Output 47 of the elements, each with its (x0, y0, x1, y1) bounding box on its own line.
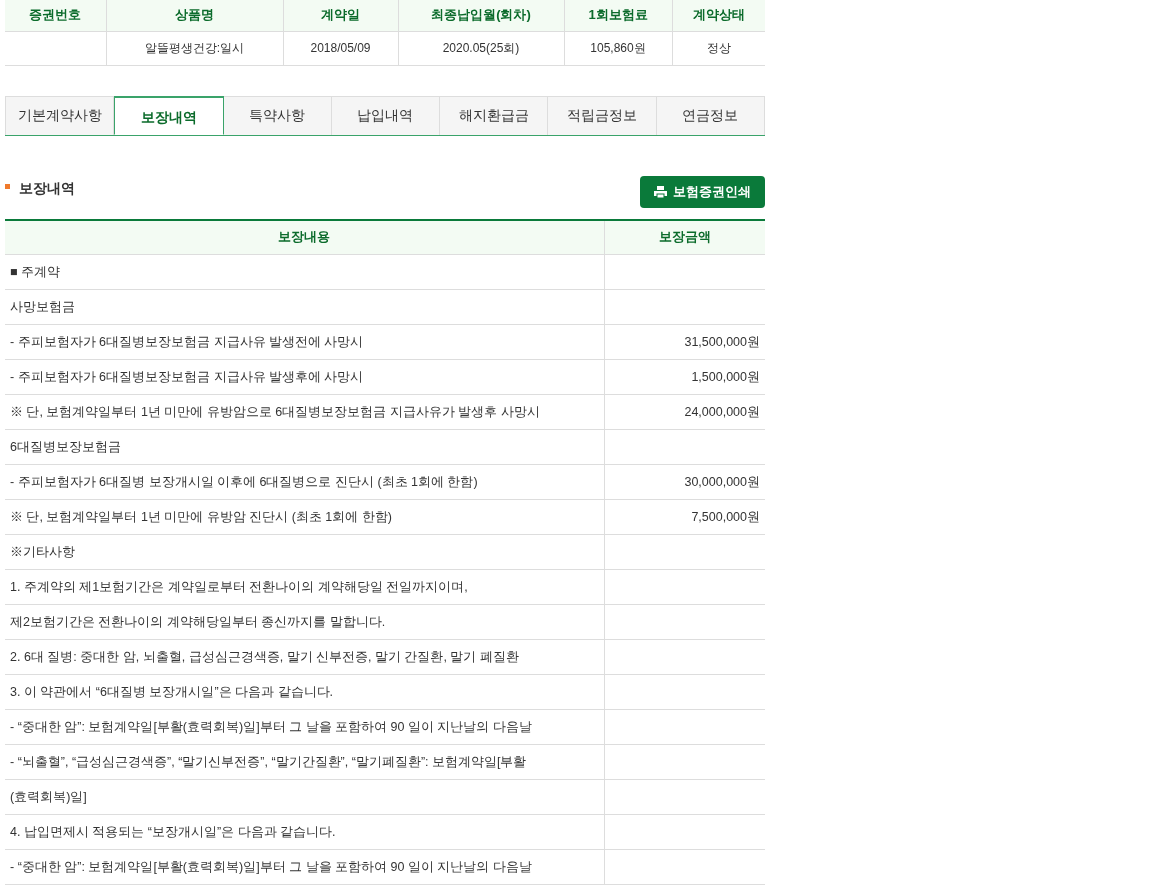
table-cell: 31,500,000원 (684, 335, 760, 349)
table-cell: 정상 (672, 31, 765, 65)
table-cell: ※ 단, 보험계약일부터 1년 미만에 유방암으로 6대질병보장보험금 지급사유가 발생후 사망시 (10, 405, 540, 419)
table-cell: 4. 납입면제시 적용되는 “보장개시일”은 다음과 같습니다. (10, 825, 336, 839)
table-cell: - “중대한 암”: 보험계약일[부활(효력회복)일]부터 그 날을 포함하여 90 일이 지난날의 다음날 (10, 720, 532, 734)
table-cell: (효력회복)일] (10, 790, 87, 804)
column-header: 상품명 (106, 0, 283, 31)
table-cell: 1. 주계약의 제1보험기간은 계약일로부터 전환나이의 계약해당일 전일까지이며, (10, 580, 468, 594)
tab[interactable]: 보장내역 (114, 95, 224, 135)
table-cell: - “뇌출혈”, “급성심근경색증”, “말기신부전증”, “말기간질환”, “말기폐질환”: 보험계약일[부활 (10, 755, 527, 769)
column-header: 최종납입월(회차) (398, 0, 564, 31)
print-button[interactable]: 보험증권인쇄 (640, 175, 765, 208)
tab[interactable]: 연금정보 (656, 95, 765, 135)
printer-icon (654, 185, 667, 198)
table-cell: 3. 이 약관에서 “6대질병 보장개시일”은 다음과 같습니다. (10, 685, 333, 699)
tab[interactable]: 기본계약사항 (5, 95, 115, 135)
column-header: 증권번호 (5, 0, 106, 31)
table-cell: 105,860원 (564, 31, 672, 65)
table-cell: 제2보험기간은 전환나이의 계약해당일부터 종신까지를 말합니다. (10, 615, 386, 629)
bullet-icon (5, 183, 10, 189)
tab[interactable]: 적립금정보 (548, 95, 657, 135)
section-title: 보장내역 (19, 179, 75, 198)
table-cell: ※기타사항 (10, 545, 75, 559)
column-header: 계약상태 (672, 0, 765, 31)
column-header: 1회보험료 (564, 0, 672, 31)
table-cell: 2020.05(25회) (398, 31, 564, 65)
table-cell: - 주피보험자가 6대질병보장보험금 지급사유 발생전에 사망시 (10, 335, 364, 349)
column-header: 보장내용 (5, 219, 604, 255)
table-cell: - 주피보험자가 6대질병보장보험금 지급사유 발생후에 사망시 (10, 370, 364, 384)
tab[interactable]: 해지환급금 (440, 95, 549, 135)
column-header: 보장금액 (604, 219, 765, 255)
table-cell: 2018/05/09 (283, 31, 398, 65)
column-header: 계약일 (283, 0, 398, 31)
table-cell: 24,000,000원 (684, 405, 760, 419)
table-cell: 1,500,000원 (691, 370, 760, 384)
table-cell: 30,000,000원 (684, 475, 760, 489)
table-cell: 알뜰평생건강:일시 (106, 31, 283, 65)
table-cell: 사망보험금 (10, 300, 75, 314)
tab[interactable]: 특약사항 (223, 95, 332, 135)
table-cell: ■ 주계약 (10, 265, 61, 279)
tab[interactable]: 납입내역 (331, 95, 441, 135)
table-cell: 2. 6대 질병: 중대한 암, 뇌출혈, 급성심근경색증, 말기 신부전증, 말기 간질환, 말기 폐질환 (10, 650, 519, 664)
table-cell: - 주피보험자가 6대질병 보장개시일 이후에 6대질병으로 진단시 (최초 1회에 한함) (10, 475, 478, 489)
table-cell: 7,500,000원 (691, 510, 760, 524)
table-cell: ※ 단, 보험계약일부터 1년 미만에 유방암 진단시 (최초 1회에 한함) (10, 510, 392, 524)
table-cell: 6대질병보장보험금 (10, 440, 121, 454)
table-cell: - “중대한 암”: 보험계약일[부활(효력회복)일]부터 그 날을 포함하여 90 일이 지난날의 다음날 (10, 860, 532, 874)
